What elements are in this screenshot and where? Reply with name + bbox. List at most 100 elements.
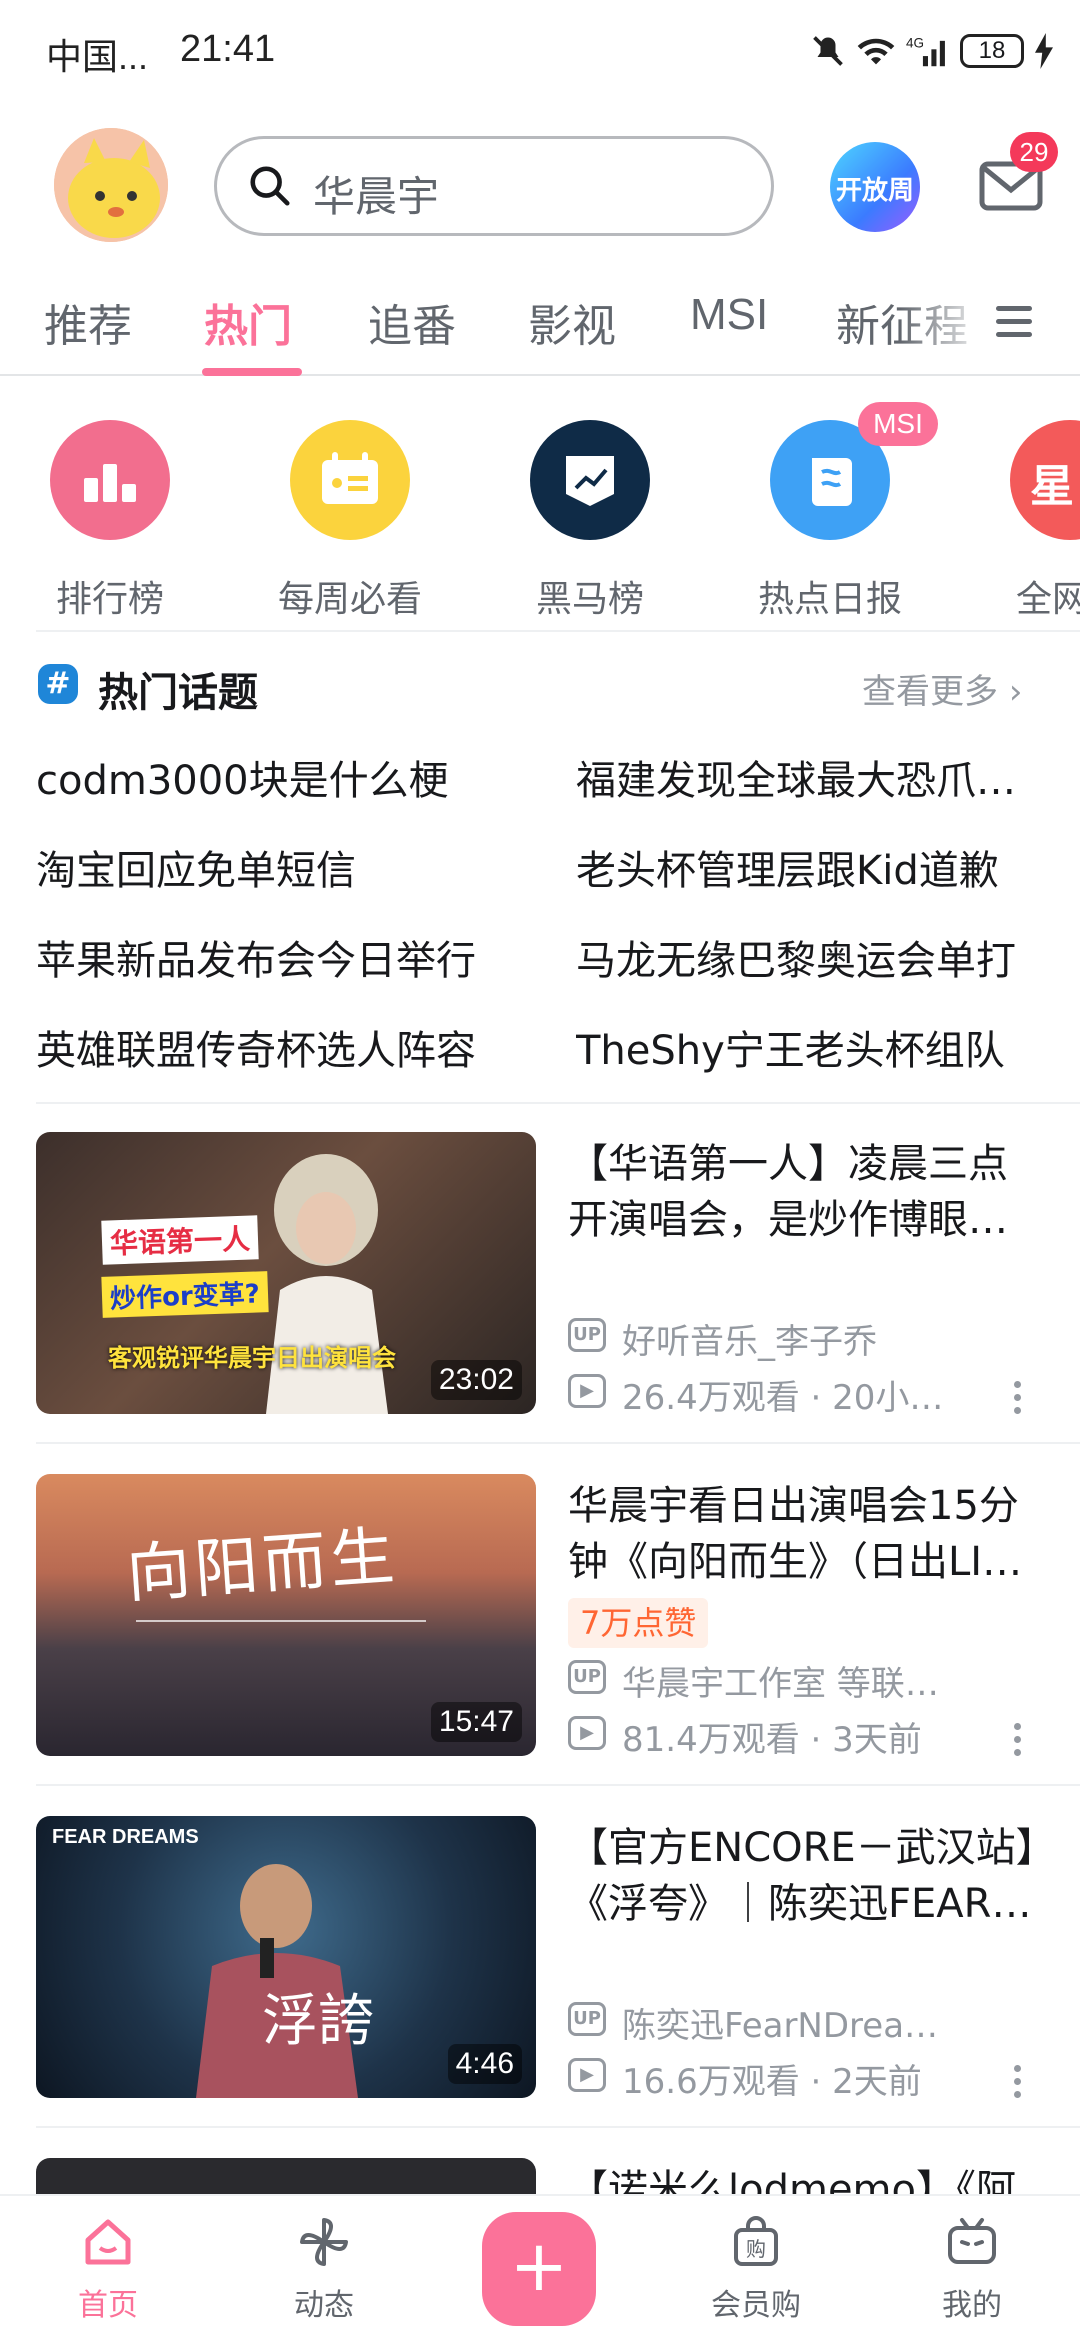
video-title[interactable]: 【诺米么lodmemo】《阿 <box>568 2162 1038 2194</box>
video-title-text: 【华语第一人】凌晨三点开演唱会，是炒作博眼球？ <box>568 1141 1008 1243</box>
thumb-caption: 华语第一人 <box>101 1215 259 1265</box>
topic-item[interactable]: 老头杯管理层跟Kid道歉 <box>576 838 1046 896</box>
video-card[interactable]: FEAR DREAMS 浮誇 4:46 【官方ENCORE－武汉站】《浮夸》｜陈… <box>0 1816 1080 2146</box>
nav-label: 我的 <box>942 2288 1002 2323</box>
publish-button[interactable]: + <box>482 2212 596 2326</box>
topic-item[interactable]: 淘宝回应免单短信 <box>36 838 536 896</box>
quick-link-ranking[interactable]: 排行榜 <box>30 420 190 622</box>
trend-icon <box>530 420 650 540</box>
menu-icon[interactable] <box>992 302 1036 342</box>
quick-link-label: 全网热 <box>1015 579 1080 620</box>
quick-link-label: 热点日报 <box>757 579 902 620</box>
quick-link-weekly[interactable]: 每周必看 <box>270 420 430 622</box>
calendar-icon <box>290 420 410 540</box>
plus-icon: + <box>509 2225 569 2307</box>
divider <box>36 2126 1080 2128</box>
video-title[interactable]: 【官方ENCORE－武汉站】《浮夸》｜陈奕迅FEAR AND DREAMS <box>568 1820 1038 1932</box>
avatar-image <box>54 128 168 242</box>
see-more-label: 查看更多 <box>862 672 998 712</box>
stats-text: 16.6万观看 · 2天前 <box>622 2062 922 2102</box>
video-title[interactable]: 华晨宇看日出演唱会15分钟《向阳而生》（日出LIVE版） <box>568 1478 1038 1590</box>
video-title-text: 【官方ENCORE－武汉站】《浮夸》｜陈奕迅FEAR AND DREAMS <box>568 1825 1036 1927</box>
quick-link-dark-horse[interactable]: 黑马榜 <box>510 420 670 622</box>
thumb-divider <box>136 1620 426 1622</box>
more-options-icon[interactable] <box>1010 1378 1024 1418</box>
topic-item[interactable]: 苹果新品发布会今日举行 <box>36 928 536 986</box>
tab-hot[interactable]: 热门 <box>204 290 292 354</box>
video-uploader[interactable]: UP 好听音乐_李子乔 <box>568 1314 958 1363</box>
topic-item[interactable]: 马龙无缘巴黎奥运会单打 <box>576 928 1046 986</box>
topic-item[interactable]: 福建发现全球最大恐爪龙足迹 <box>576 748 1046 806</box>
see-more-link[interactable]: 查看更多 › <box>862 664 1022 713</box>
video-thumbnail[interactable] <box>36 2158 536 2194</box>
divider <box>36 1784 1080 1786</box>
hashtag-icon: # <box>38 664 78 704</box>
user-avatar[interactable] <box>54 128 168 242</box>
home-icon <box>85 2219 131 2265</box>
play-icon: ▶ <box>568 2058 606 2092</box>
search-bar[interactable]: 华晨宇 <box>214 136 774 236</box>
hot-topics-title: 热门话题 <box>98 670 258 716</box>
tab-film[interactable]: 影视 <box>528 290 616 354</box>
quick-link-all-hot[interactable]: 星 全网热 <box>990 420 1080 622</box>
battery-indicator: 18 <box>960 34 1024 68</box>
thumb-caption: 炒作or变革? <box>101 1271 269 1318</box>
nav-mine[interactable]: 我的 <box>902 2214 1042 2324</box>
video-stats: ▶ 16.6万观看 · 2天前 <box>568 2054 958 2103</box>
search-input[interactable]: 华晨宇 <box>313 163 439 224</box>
more-options-icon[interactable] <box>1010 1720 1024 1760</box>
up-icon: UP <box>568 1660 606 1694</box>
uploader-name: 陈奕迅FearNDreams官方 <box>622 2006 958 2046</box>
stats-text: 26.4万观看 · 20小时前 <box>622 1378 958 1418</box>
svg-text:4G: 4G <box>906 36 924 51</box>
video-card[interactable]: 【诺米么lodmemo】《阿 <box>0 2158 1080 2194</box>
play-icon: ▶ <box>568 1716 606 1750</box>
mute-icon <box>813 36 843 66</box>
open-week-label: 开放周 <box>835 176 914 206</box>
nav-member-shop[interactable]: 购 会员购 <box>686 2214 826 2324</box>
quick-link-daily-report[interactable]: 热点日报 <box>750 420 910 622</box>
video-uploader[interactable]: UP 华晨宇工作室 等联合创作 <box>568 1656 958 1705</box>
video-duration: 23:02 <box>430 1360 522 1400</box>
mail-badge: 29 <box>1010 132 1058 172</box>
msi-badge: MSI <box>858 402 938 446</box>
wifi-icon <box>857 38 895 65</box>
thumb-caption: 向阳而生 <box>124 1519 401 1613</box>
topic-item[interactable]: 英雄联盟传奇杯选人阵容 <box>36 1018 506 1076</box>
likes-badge: 7万点赞 <box>568 1598 709 1648</box>
topic-item[interactable]: codm3000块是什么梗 <box>36 748 536 806</box>
shopping-bag-icon: 购 <box>734 2216 778 2266</box>
nav-label: 首页 <box>78 2288 138 2323</box>
more-options-icon[interactable] <box>1010 2062 1024 2102</box>
video-title-text: 华晨宇看日出演唱会15分钟《向阳而生》（日出LIVE版） <box>568 1483 1035 1585</box>
tv-icon <box>948 2218 996 2264</box>
video-duration: 4:46 <box>447 2044 522 2084</box>
search-icon <box>250 166 290 206</box>
open-week-button[interactable]: 开放周 <box>830 142 920 232</box>
video-card[interactable]: 向阳而生 15:47 华晨宇看日出演唱会15分钟《向阳而生》（日出LIVE版） … <box>0 1474 1080 1804</box>
tabs-fade <box>900 288 990 368</box>
video-thumbnail[interactable]: FEAR DREAMS 浮誇 4:46 <box>36 1816 536 2098</box>
tab-recommend[interactable]: 推荐 <box>44 290 132 354</box>
tab-anime[interactable]: 追番 <box>368 290 456 354</box>
nav-dynamic[interactable]: 动态 <box>254 2214 394 2324</box>
active-tab-indicator <box>202 368 302 376</box>
charging-icon <box>1035 33 1053 69</box>
topic-item[interactable]: TheShy宁王老头杯组队 <box>576 1018 1046 1076</box>
divider <box>36 630 1080 632</box>
video-card[interactable]: 华语第一人 炒作or变革? 客观锐评华晨宇日出演唱会 23:02 【华语第一人】… <box>0 1132 1080 1462</box>
signal-icon: 4G <box>906 36 945 67</box>
video-title[interactable]: 【华语第一人】凌晨三点开演唱会，是炒作博眼球？ <box>568 1136 1038 1248</box>
up-icon: UP <box>568 1318 606 1352</box>
tab-msi[interactable]: MSI <box>690 290 768 340</box>
video-title-text: 【诺米么lodmemo】《阿 <box>568 2167 1016 2194</box>
video-thumbnail[interactable]: 向阳而生 15:47 <box>36 1474 536 1756</box>
stats-text: 81.4万观看 · 3天前 <box>622 1720 922 1760</box>
status-icons: 4G 18 <box>810 30 1054 72</box>
thumb-caption: 浮誇 <box>262 1989 374 2054</box>
star-icon: 星 <box>1010 420 1080 540</box>
video-uploader[interactable]: UP 陈奕迅FearNDreams官方 <box>568 1998 958 2047</box>
video-thumbnail[interactable]: 华语第一人 炒作or变革? 客观锐评华晨宇日出演唱会 23:02 <box>36 1132 536 1414</box>
carrier-label: 中国... <box>46 36 149 77</box>
nav-home[interactable]: 首页 <box>38 2214 178 2324</box>
